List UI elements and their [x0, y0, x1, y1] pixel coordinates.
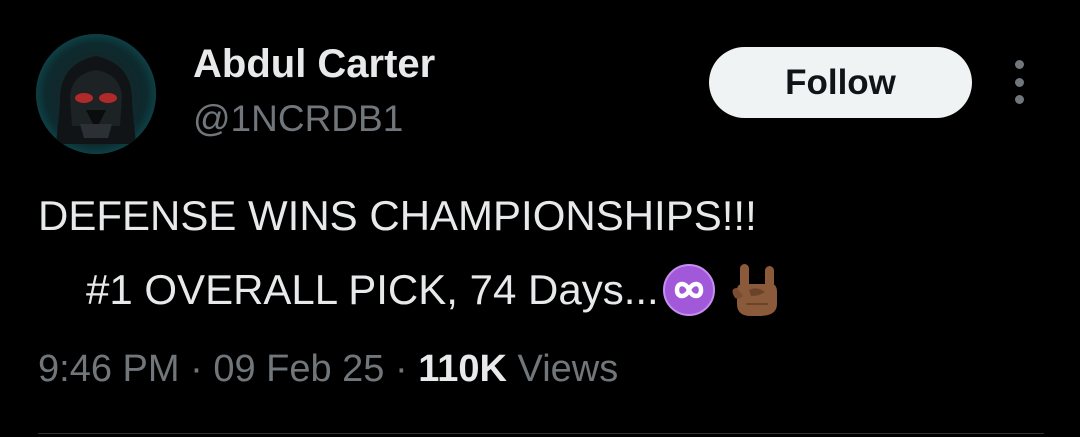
tweet-text-line-1: DEFENSE WINS CHAMPIONSHIPS!!! — [38, 192, 757, 239]
divider — [38, 433, 1044, 434]
tweet-text-line-2-row: #1 OVERALL PICK, 74 Days... — [38, 260, 783, 320]
views-label: Views — [517, 348, 619, 390]
follow-button[interactable]: Follow — [709, 47, 972, 118]
avatar[interactable] — [36, 34, 156, 154]
meta-separator: · — [395, 348, 408, 390]
darth-vader-helmet-icon — [36, 34, 156, 154]
display-name[interactable]: Abdul Carter — [193, 40, 435, 88]
sign-of-the-horns-emoji-icon — [732, 264, 777, 316]
infinity-emoji-icon — [662, 264, 715, 316]
more-dot — [1014, 77, 1024, 87]
more-vertical-icon[interactable] — [1004, 60, 1034, 104]
views-count: 110K — [418, 348, 507, 390]
tweet-time[interactable]: 9:46 PM — [38, 348, 180, 390]
tweet-meta: 9:46 PM · 09 Feb 25 · 110K Views — [38, 345, 618, 393]
tweet-text-line-2: #1 OVERALL PICK, 74 Days... — [86, 266, 659, 313]
user-handle[interactable]: @1NCRDB1 — [193, 97, 403, 141]
more-dot — [1014, 60, 1024, 69]
tweet-date[interactable]: 09 Feb 25 — [213, 348, 384, 390]
more-dot — [1014, 95, 1024, 104]
meta-separator: · — [190, 348, 203, 390]
